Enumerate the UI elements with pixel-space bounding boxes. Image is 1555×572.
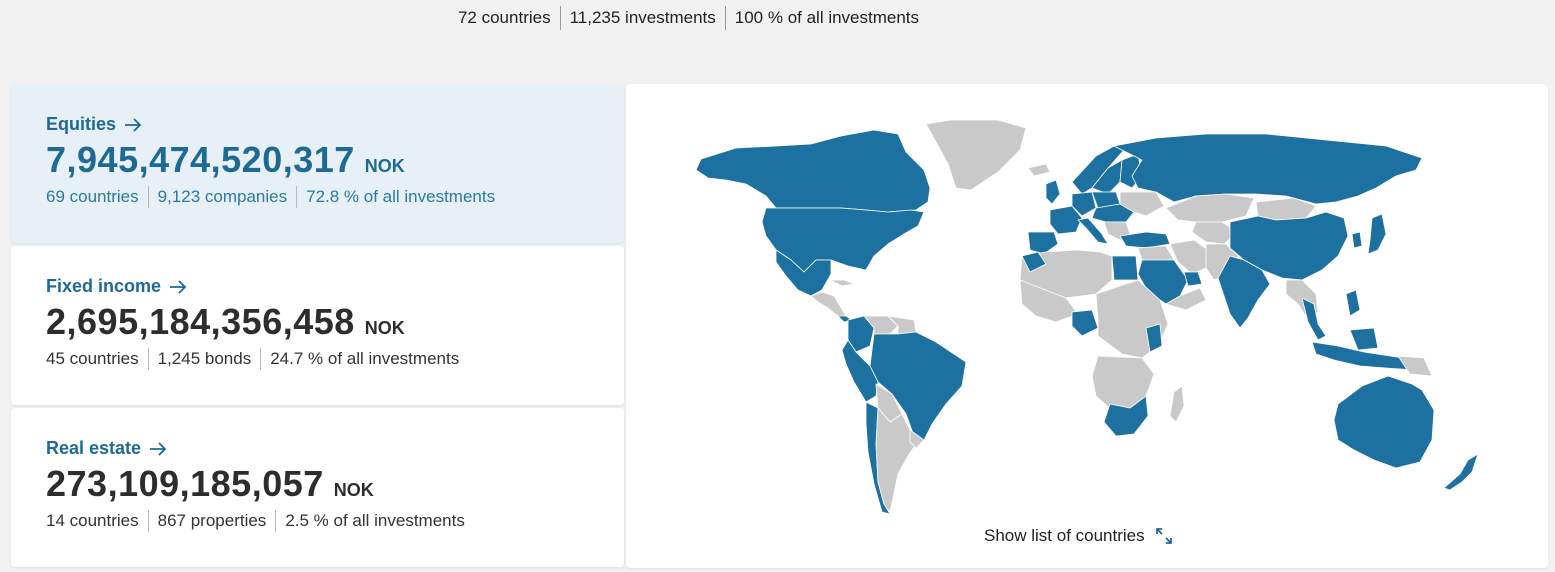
card-fixed-income[interactable]: Fixed income 2,695,184,356,458 NOK 45 co… xyxy=(11,246,624,405)
arrow-right-icon xyxy=(125,117,142,132)
asset-class-cards: Equities 7,945,474,520,317 NOK 69 countr… xyxy=(11,84,624,570)
arrow-right-icon xyxy=(170,279,187,294)
currency-label: NOK xyxy=(364,156,405,176)
market-value: 273,109,185,057 xyxy=(46,463,324,504)
country-russia xyxy=(1113,133,1423,205)
summary-investments: 11,235 investments xyxy=(559,6,725,30)
country-borneo xyxy=(1349,327,1379,351)
card-title: Equities xyxy=(46,114,117,134)
market-value: 2,695,184,356,458 xyxy=(46,301,355,342)
country-korea xyxy=(1351,231,1363,249)
meta-share: 72.8 % of all investments xyxy=(296,186,504,208)
country-iceland xyxy=(1027,163,1051,177)
country-nigeria xyxy=(1071,309,1099,337)
fixed-income-link[interactable]: Fixed income xyxy=(46,276,187,297)
country-cuba xyxy=(829,279,855,287)
country-uk xyxy=(1045,179,1061,205)
card-value: 273,109,185,057 NOK xyxy=(46,463,624,505)
country-greenland xyxy=(925,119,1027,191)
summary-countries: 72 countries xyxy=(457,8,551,27)
meta-share: 24.7 % of all investments xyxy=(260,348,468,370)
card-title: Real estate xyxy=(46,438,142,458)
card-meta: 14 countries 867 properties 2.5 % of all… xyxy=(46,510,624,532)
card-title: Fixed income xyxy=(46,276,162,296)
show-list-label: Show list of countries xyxy=(984,526,1145,545)
expand-icon xyxy=(1155,528,1172,544)
currency-label: NOK xyxy=(364,318,405,338)
card-equities[interactable]: Equities 7,945,474,520,317 NOK 69 countr… xyxy=(11,84,624,243)
country-spain xyxy=(1027,231,1059,255)
market-value: 7,945,474,520,317 xyxy=(46,139,355,180)
summary-share: 100 % of all investments xyxy=(724,6,928,30)
equities-link[interactable]: Equities xyxy=(46,114,142,135)
country-madagascar xyxy=(1169,385,1185,423)
meta-holdings: 867 properties xyxy=(147,510,276,532)
currency-label: NOK xyxy=(333,480,374,500)
country-central-america xyxy=(810,291,847,317)
country-canada xyxy=(695,129,931,213)
meta-share: 2.5 % of all investments xyxy=(275,510,474,532)
country-thailand-malaysia xyxy=(1301,297,1327,341)
show-list-of-countries-button[interactable]: Show list of countries xyxy=(984,526,1173,546)
card-meta: 45 countries 1,245 bonds 24.7 % of all i… xyxy=(46,348,624,370)
card-value: 7,945,474,520,317 NOK xyxy=(46,139,624,181)
meta-countries: 45 countries xyxy=(46,349,139,368)
portfolio-summary: 72 countries 11,235 investments 100 % of… xyxy=(0,6,1377,30)
meta-holdings: 9,123 companies xyxy=(147,186,296,208)
card-value: 2,695,184,356,458 NOK xyxy=(46,301,624,343)
arrow-right-icon xyxy=(150,441,167,456)
country-italy xyxy=(1077,217,1109,245)
card-meta: 69 countries 9,123 companies 72.8 % of a… xyxy=(46,186,624,208)
real-estate-link[interactable]: Real estate xyxy=(46,438,167,459)
world-map[interactable] xyxy=(626,84,1548,568)
country-japan xyxy=(1367,213,1387,255)
meta-countries: 69 countries xyxy=(46,187,139,206)
country-new-zealand xyxy=(1443,453,1479,491)
meta-holdings: 1,245 bonds xyxy=(147,348,261,370)
world-map-panel: Show list of countries xyxy=(626,84,1548,568)
country-philippines xyxy=(1345,289,1361,317)
country-egypt xyxy=(1111,255,1139,281)
card-real-estate[interactable]: Real estate 273,109,185,057 NOK 14 count… xyxy=(11,408,624,567)
country-uae-qatar xyxy=(1183,271,1203,287)
country-australia xyxy=(1333,375,1435,469)
meta-countries: 14 countries xyxy=(46,511,139,530)
